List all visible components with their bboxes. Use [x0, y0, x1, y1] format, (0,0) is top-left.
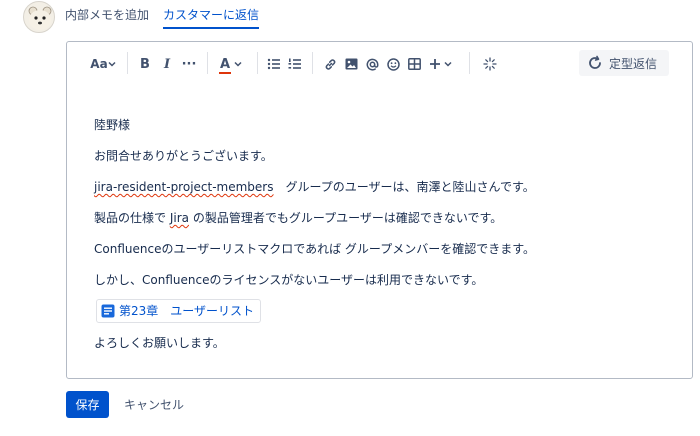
ai-sparkle-icon	[483, 57, 497, 71]
toolbar-divider	[257, 52, 258, 74]
quick-reply-label: 定型返信	[609, 56, 658, 71]
numbered-list-button[interactable]	[287, 54, 303, 74]
chevron-down-icon	[234, 61, 242, 67]
product-spec-line: 製品の仕様で Jira の製品管理者でもグループユーザーは確認できないです。	[94, 210, 502, 226]
mention-icon	[366, 58, 378, 71]
page-icon	[101, 304, 115, 318]
image-button[interactable]	[343, 54, 359, 74]
closing-line: よろしくお願いします。	[94, 336, 225, 350]
bullet-list-button[interactable]	[266, 54, 282, 74]
chevron-down-icon	[443, 61, 452, 67]
table-icon	[407, 58, 421, 70]
emoji-icon	[386, 57, 400, 71]
page-link-chip[interactable]: 第23章 ユーザーリスト	[96, 299, 262, 323]
group-members-line: jira-resident-project-members グループのユーザーは…	[94, 179, 535, 195]
avatar	[23, 1, 55, 33]
link-button[interactable]	[322, 54, 338, 74]
tab-internal-note[interactable]: 内部メモを追加	[65, 6, 149, 29]
cancel-button[interactable]: キャンセル	[118, 391, 190, 418]
image-icon	[345, 58, 357, 70]
jira-word: Jira	[169, 211, 189, 225]
spec-text-a: 製品の仕様で	[94, 211, 170, 225]
tab-reply-to-customer[interactable]: カスタマーに返信	[163, 6, 260, 29]
reply-editor[interactable]: Aa B I ··· A 定型返信 陸野様 お問合せありがとうございます。 ji…	[66, 41, 693, 379]
toolbar-divider	[312, 52, 313, 74]
more-formatting-button[interactable]: ···	[179, 54, 199, 74]
quick-reply-icon	[589, 55, 601, 69]
text-color-button[interactable]: A	[217, 54, 245, 74]
group-name-text: jira-resident-project-members	[94, 180, 274, 194]
text-color-label: A	[219, 56, 231, 72]
thanks-line: お問合せありがとうございます。	[94, 149, 273, 163]
mention-button[interactable]	[364, 54, 380, 74]
quick-reply-button[interactable]: 定型返信	[579, 50, 669, 76]
chevron-down-icon	[108, 61, 116, 67]
text-style-dropdown[interactable]: Aa	[89, 54, 117, 74]
save-button[interactable]: 保存	[66, 391, 109, 418]
page-link-title: 第23章 ユーザーリスト	[119, 304, 255, 318]
numbered-list-icon	[288, 58, 301, 69]
toolbar-divider	[127, 52, 128, 74]
editor-toolbar: Aa B I ··· A 定型返信	[67, 42, 692, 84]
italic-button[interactable]: I	[159, 54, 175, 74]
plus-icon	[429, 59, 440, 69]
text-style-label: Aa	[90, 57, 108, 71]
spec-text-b: の製品管理者でもグループユーザーは確認できないです。	[189, 211, 503, 225]
color-underline	[218, 71, 232, 74]
ai-assist-button[interactable]	[482, 54, 498, 74]
bold-button[interactable]: B	[137, 54, 153, 74]
table-button[interactable]	[406, 54, 422, 74]
toolbar-divider	[207, 52, 208, 74]
insert-more-button[interactable]	[427, 54, 453, 74]
link-icon	[325, 58, 335, 70]
emoji-button[interactable]	[385, 54, 401, 74]
bullet-list-icon	[267, 58, 280, 70]
confluence-macro-line: Confluenceのユーザーリストマクロであれば グループメンバーを確認できま…	[94, 242, 535, 256]
greeting-line: 陸野様	[94, 118, 131, 132]
license-line: しかし、Confluenceのライセンスがないユーザーは利用できないです。	[94, 273, 484, 287]
toolbar-divider	[469, 52, 470, 74]
group-members-rest: グループのユーザーは、南澤と陸山さんです。	[273, 180, 535, 194]
